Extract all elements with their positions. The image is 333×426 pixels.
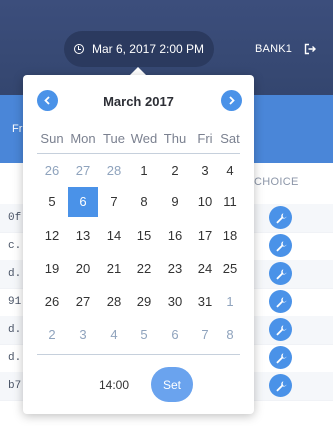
datetime-label: Mar 6, 2017 2:00 PM — [91, 42, 205, 56]
calendar-day[interactable]: 29 — [129, 287, 159, 317]
calendar-day[interactable]: 11 — [215, 187, 245, 217]
popup-arrow — [130, 67, 146, 75]
weekday-label: Sun — [40, 131, 64, 146]
calendar-day[interactable]: 19 — [37, 254, 67, 284]
calendar-day-other-month[interactable]: 1 — [215, 287, 245, 317]
wrench-icon — [275, 380, 287, 391]
weekday-label: Sat — [220, 131, 240, 146]
calendar-day-other-month[interactable]: 6 — [160, 320, 190, 350]
month-title: March 2017 — [103, 94, 174, 109]
weekday-label: Thu — [163, 131, 187, 146]
calendar-day[interactable]: 2 — [160, 156, 190, 186]
calendar-day[interactable]: 25 — [215, 254, 245, 284]
calendar-day[interactable]: 15 — [129, 221, 159, 251]
wrench-icon — [275, 296, 287, 307]
weekday-label: Tue — [103, 131, 125, 146]
calendar-day[interactable]: 12 — [37, 221, 67, 251]
logout-icon[interactable] — [304, 43, 316, 55]
row-settings-button[interactable] — [269, 318, 292, 341]
calendar-day-other-month[interactable]: 3 — [68, 320, 98, 350]
calendar-day[interactable]: 30 — [160, 287, 190, 317]
calendar-day-other-month[interactable]: 28 — [99, 156, 129, 186]
choice-column-header: CHOICE — [254, 176, 299, 188]
row-settings-button[interactable] — [269, 374, 292, 397]
wrench-icon — [275, 268, 287, 279]
calendar-day[interactable]: 18 — [215, 221, 245, 251]
row-settings-button[interactable] — [269, 290, 292, 313]
weekday-divider — [37, 153, 240, 154]
calendar-day-other-month[interactable]: 8 — [215, 320, 245, 350]
calendar-day-selected[interactable]: 6 — [68, 187, 98, 217]
row-settings-button[interactable] — [269, 234, 292, 257]
wrench-icon — [275, 352, 287, 363]
band-label: Fr — [12, 123, 23, 135]
calendar-day-other-month[interactable]: 2 — [37, 320, 67, 350]
clock-icon — [73, 44, 84, 54]
calendar-day[interactable]: 27 — [68, 287, 98, 317]
weekday-label: Wed — [130, 131, 158, 146]
calendar-day[interactable]: 9 — [160, 187, 190, 217]
calendar-day[interactable]: 20 — [68, 254, 98, 284]
set-button[interactable]: Set — [151, 367, 193, 402]
calendar-day[interactable]: 28 — [99, 287, 129, 317]
calendar-day[interactable]: 14 — [99, 221, 129, 251]
calendar-day[interactable]: 22 — [129, 254, 159, 284]
weekday-label: Mon — [70, 131, 96, 146]
calendar-day[interactable]: 4 — [215, 156, 245, 186]
calendar-day-other-month[interactable]: 4 — [99, 320, 129, 350]
wrench-icon — [275, 212, 287, 223]
calendar-day[interactable]: 21 — [99, 254, 129, 284]
next-month-button[interactable] — [221, 90, 242, 111]
calendar-day[interactable]: 7 — [99, 187, 129, 217]
row-settings-button[interactable] — [269, 206, 292, 229]
calendar-day-other-month[interactable]: 5 — [129, 320, 159, 350]
calendar-popup: March 2017 Sun Mon Tue Wed Thu Fri Sat 26 27 28 1… — [23, 75, 254, 414]
app-root: Mar 6, 2017 2:00 PM BANK1 Fr CHOICE 0f..… — [0, 0, 333, 426]
wrench-icon — [275, 324, 287, 335]
calendar-day-other-month[interactable]: 27 — [68, 156, 98, 186]
calendar-day[interactable]: 13 — [68, 221, 98, 251]
chevron-right-icon — [229, 96, 235, 105]
bank-label: BANK1 — [255, 43, 293, 55]
calendar-day[interactable]: 16 — [160, 221, 190, 251]
calendar-bottom-divider — [37, 354, 240, 355]
calendar-day[interactable]: 23 — [160, 254, 190, 284]
calendar-day[interactable]: 5 — [37, 187, 67, 217]
row-settings-button[interactable] — [269, 262, 292, 285]
calendar-day-other-month[interactable]: 26 — [37, 156, 67, 186]
time-value[interactable]: 14:00 — [99, 378, 129, 392]
calendar-day[interactable]: 1 — [129, 156, 159, 186]
datetime-picker-toggle[interactable]: Mar 6, 2017 2:00 PM — [64, 31, 214, 67]
row-settings-button[interactable] — [269, 346, 292, 369]
wrench-icon — [275, 240, 287, 251]
calendar-day[interactable]: 8 — [129, 187, 159, 217]
calendar-day[interactable]: 26 — [37, 287, 67, 317]
